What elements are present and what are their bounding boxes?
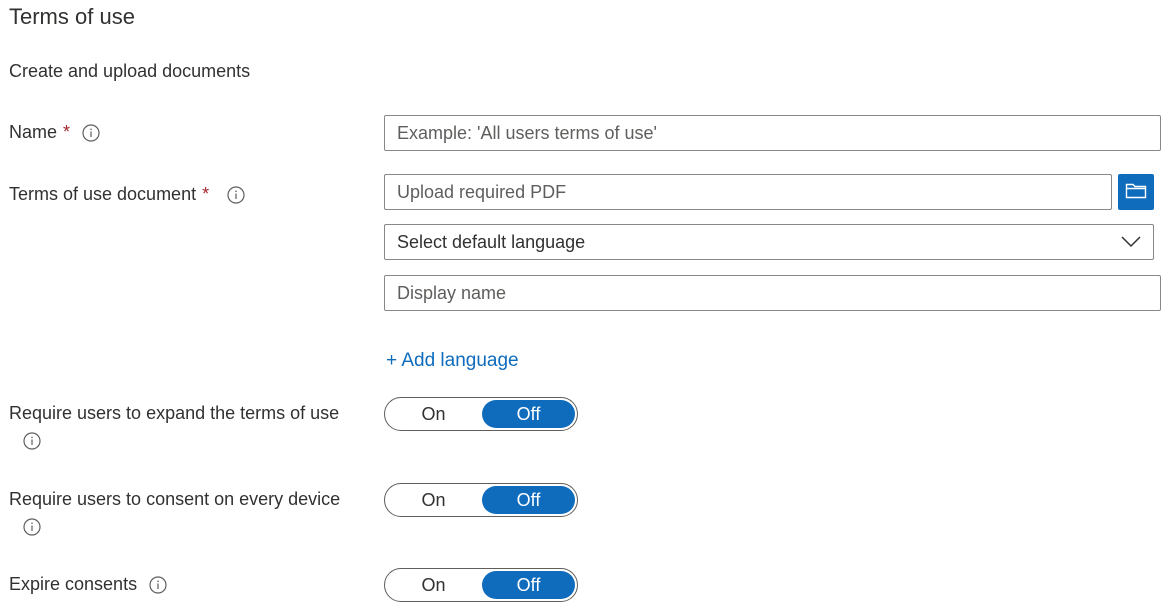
folder-icon: [1125, 181, 1147, 204]
info-icon[interactable]: [23, 518, 41, 536]
toggle-off-option[interactable]: Off: [482, 486, 575, 514]
default-language-value: Select default language: [397, 231, 586, 252]
toggle-off-option[interactable]: Off: [482, 400, 575, 428]
document-label-row: Terms of use document *: [9, 184, 245, 205]
info-icon[interactable]: [149, 575, 167, 594]
toggle-on-option[interactable]: On: [387, 571, 480, 599]
name-input[interactable]: [384, 115, 1161, 151]
expire-consents-label: Expire consents: [9, 574, 138, 594]
toggle-on-option[interactable]: On: [387, 486, 480, 514]
consent-every-device-toggle[interactable]: On Off: [384, 483, 578, 517]
toggle-off-option[interactable]: Off: [482, 571, 575, 599]
section-subtitle: Create and upload documents: [9, 61, 251, 81]
toggle-on-option[interactable]: On: [387, 400, 480, 428]
consent-every-device-label: Require users to consent on every device: [9, 489, 341, 509]
required-asterisk: *: [202, 184, 210, 204]
required-asterisk: *: [63, 122, 71, 142]
info-icon[interactable]: [23, 432, 41, 450]
display-name-input[interactable]: [384, 275, 1161, 311]
expand-terms-toggle[interactable]: On Off: [384, 397, 578, 431]
browse-file-button[interactable]: [1118, 174, 1154, 210]
expand-terms-label: Require users to expand the terms of use: [9, 403, 340, 423]
info-icon[interactable]: [227, 185, 245, 204]
add-language-link[interactable]: + Add language: [386, 350, 519, 372]
info-icon[interactable]: [82, 123, 100, 142]
document-label: Terms of use document: [9, 184, 197, 204]
chevron-down-icon: [1121, 232, 1141, 253]
expire-consents-label-row: Expire consents: [9, 574, 167, 595]
name-label-row: Name *: [9, 122, 100, 143]
upload-pdf-input[interactable]: [384, 174, 1112, 210]
name-label: Name: [9, 122, 58, 142]
default-language-select[interactable]: Select default language: [384, 224, 1154, 260]
expire-consents-toggle[interactable]: On Off: [384, 568, 578, 602]
page-title: Terms of use: [9, 4, 135, 29]
